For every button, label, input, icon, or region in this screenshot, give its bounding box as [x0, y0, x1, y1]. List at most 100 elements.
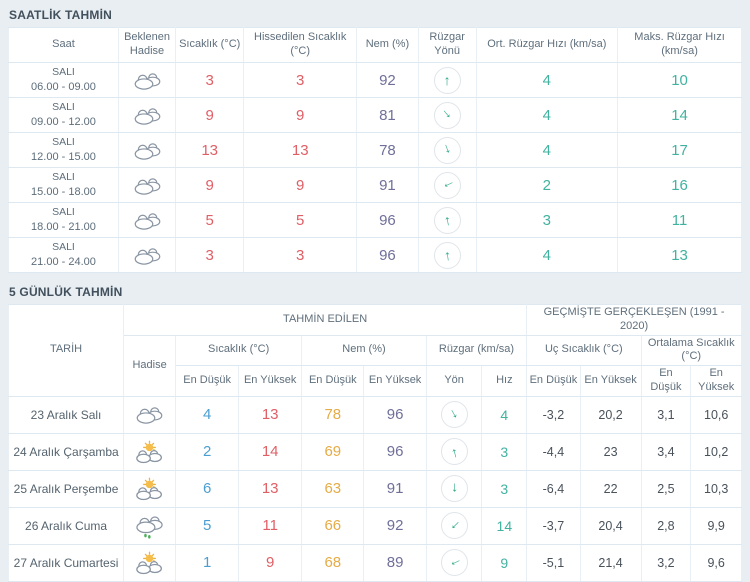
cloudy-icon [132, 245, 163, 266]
wind-direction-arrow-icon [451, 482, 458, 496]
average-max-value: 9,9 [690, 506, 742, 545]
humidity-max-value: 89 [363, 543, 427, 582]
hourly-forecast-title: SAATLİK TAHMİN [9, 8, 113, 22]
wind-direction-cell [425, 395, 483, 434]
temp-min-value: 6 [175, 469, 240, 508]
daily-forecast-title: 5 GÜNLÜK TAHMİN [9, 285, 123, 299]
time-cell: SALI 15.00 - 18.00 [8, 167, 119, 203]
extreme-min-value: -5,1 [526, 543, 581, 582]
col-header-wind-speed: Hız [481, 365, 528, 397]
col-header-maks-ruzgar-hizi: Maks. Rüzgar Hızı (km/sa) [617, 27, 742, 63]
condition-cell [117, 167, 177, 203]
date-label: 26 Aralık Cuma [7, 506, 125, 545]
max-wind-speed-value: 11 [617, 202, 742, 238]
col-header-humidity-min: En Düşük [301, 365, 365, 397]
time-range: 15.00 - 18.00 [31, 185, 96, 198]
average-min-value: 3,4 [640, 432, 692, 471]
feels-like-value: 5 [243, 202, 358, 238]
daily-forecast-table: TARİH TAHMİN EDİLEN GEÇMİŞTE GERÇEKLEŞEN… [7, 304, 742, 582]
cloudy-icon [132, 175, 163, 196]
col-header-beklenen-hadise: Beklenen Hadise [117, 27, 177, 63]
temp-min-value: 4 [175, 395, 240, 434]
wind-direction-circle [440, 512, 468, 539]
avg-wind-speed-value: 4 [475, 237, 619, 273]
partly-sunny-icon [134, 551, 165, 575]
cloudy-icon [132, 210, 163, 231]
temp-min-value: 1 [175, 543, 240, 582]
day-label: SALI [52, 65, 75, 78]
avg-wind-speed-value: 4 [475, 97, 619, 133]
group-header-ruzgar: Rüzgar (km/sa) [425, 334, 528, 366]
max-wind-speed-value: 16 [617, 167, 742, 203]
wind-direction-arrow-icon [446, 556, 462, 568]
wind-speed-value: 4 [481, 395, 528, 434]
hourly-row: SALI 06.00 - 09.00 3 3 92 4 10 [8, 62, 742, 98]
temp-max-value: 13 [238, 469, 303, 508]
humidity-min-value: 63 [301, 469, 365, 508]
date-label: 25 Aralık Perşembe [7, 469, 125, 508]
col-header-hadise: Hadise [123, 334, 177, 397]
average-max-value: 10,2 [690, 432, 742, 471]
extreme-max-value: 20,2 [579, 395, 642, 434]
wind-direction-cell [417, 237, 477, 273]
humidity-value: 96 [356, 202, 419, 238]
wind-direction-circle [440, 475, 468, 502]
average-min-value: 2,5 [640, 469, 692, 508]
group-header-uc-sicaklik: Uç Sıcaklık (°C) [526, 334, 642, 366]
temperature-value: 3 [175, 62, 245, 98]
avg-wind-speed-value: 4 [475, 132, 619, 168]
feels-like-value: 3 [243, 237, 358, 273]
hourly-row: SALI 09.00 - 12.00 9 9 81 4 14 [8, 97, 742, 133]
max-wind-speed-value: 10 [617, 62, 742, 98]
hourly-row: SALI 12.00 - 15.00 13 13 78 4 17 [8, 132, 742, 168]
humidity-max-value: 96 [363, 395, 427, 434]
group-header-ortalama-sicaklik: Ortalama Sıcaklık (°C) [640, 334, 742, 366]
average-max-value: 9,6 [690, 543, 742, 582]
temp-min-value: 2 [175, 432, 240, 471]
col-header-tarih: TARİH [7, 304, 125, 397]
wind-direction-cell [425, 469, 483, 508]
partly-sunny-icon [134, 477, 165, 501]
wind-direction-circle [433, 171, 461, 199]
wind-direction-circle [433, 241, 461, 269]
temperature-value: 3 [175, 237, 245, 273]
day-label: SALI [52, 100, 75, 113]
wind-direction-cell [417, 202, 477, 238]
wind-direction-cell [417, 167, 477, 203]
extreme-min-value: -3,7 [526, 506, 581, 545]
max-wind-speed-value: 13 [617, 237, 742, 273]
daily-row: 24 Aralık Çarşamba 2 14 69 96 3 -4,4 23 … [7, 432, 742, 471]
condition-cell [123, 506, 177, 545]
extreme-min-value: -6,4 [526, 469, 581, 508]
time-cell: SALI 12.00 - 15.00 [8, 132, 119, 168]
wind-direction-arrow-icon [442, 212, 451, 227]
extreme-max-value: 21,4 [579, 543, 642, 582]
cloudy-icon [132, 105, 163, 126]
col-header-nem: Nem (%) [356, 27, 419, 63]
average-max-value: 10,6 [690, 395, 742, 434]
day-label: SALI [52, 135, 75, 148]
wind-direction-arrow-icon [447, 518, 462, 533]
wind-direction-cell [417, 97, 477, 133]
condition-cell [117, 132, 177, 168]
daily-row: 27 Aralık Cumartesi 1 9 68 89 9 -5,1 21,… [7, 543, 742, 582]
col-header-extreme-min: En Düşük [526, 365, 581, 397]
wind-speed-value: 14 [481, 506, 528, 545]
temperature-value: 13 [175, 132, 245, 168]
wind-direction-arrow-icon [441, 142, 452, 158]
temperature-value: 5 [175, 202, 245, 238]
extreme-max-value: 23 [579, 432, 642, 471]
avg-wind-speed-value: 4 [475, 62, 619, 98]
hourly-row: SALI 18.00 - 21.00 5 5 96 3 11 [8, 202, 742, 238]
wind-speed-value: 3 [481, 432, 528, 471]
average-min-value: 2,8 [640, 506, 692, 545]
temp-max-value: 13 [238, 395, 303, 434]
hourly-row: SALI 21.00 - 24.00 3 3 96 4 13 [8, 237, 742, 273]
time-range: 12.00 - 15.00 [31, 150, 96, 163]
humidity-value: 96 [356, 237, 419, 273]
daily-row: 23 Aralık Salı 4 13 78 96 4 -3,2 20,2 3,… [7, 395, 742, 434]
daily-row: 26 Aralık Cuma 5 11 66 92 14 -3,7 20,4 2… [7, 506, 742, 545]
rainy-icon [134, 513, 165, 539]
col-header-extreme-max: En Yüksek [579, 365, 642, 397]
wind-direction-cell [417, 62, 477, 98]
